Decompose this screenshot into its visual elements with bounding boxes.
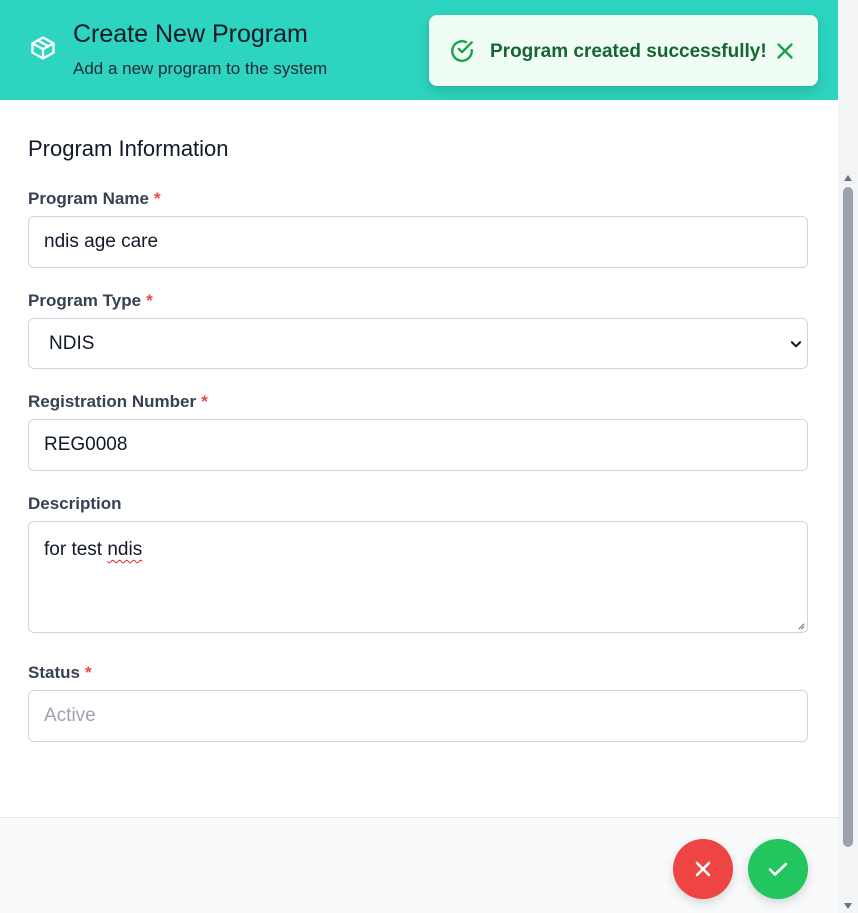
registration-number-input[interactable] [28,419,808,471]
success-toast: Program created successfully! [429,15,818,86]
description-textarea[interactable]: for test ndis [28,521,808,633]
check-icon [768,862,788,876]
page-title: Create New Program [73,20,308,48]
program-name-input[interactable] [28,216,808,268]
program-form: Program Information Program Name* Progra… [0,100,838,817]
page: Create New Program Add a new program to … [0,0,858,913]
scrollbar[interactable] [838,0,858,913]
section-title: Program Information [28,136,229,161]
close-icon[interactable] [772,38,798,64]
required-marker: * [201,392,208,411]
status-input[interactable] [28,690,808,742]
program-type-label: Program Type * [28,291,153,310]
registration-number-label: Registration Number * [28,392,208,411]
save-button[interactable] [748,839,808,899]
scrollbar-thumb[interactable] [843,187,853,847]
required-marker: * [153,189,161,208]
description-value: for test ndis [44,539,143,560]
program-type-value: NDIS [49,333,95,354]
toast-message: Program created successfully! [490,41,767,62]
status-label: Status * [28,663,92,682]
program-name-label: Program Name * [28,189,161,208]
resize-handle-icon[interactable] [796,621,805,630]
package-icon [31,36,55,60]
required-marker: * [146,291,153,310]
form-footer [0,817,838,913]
misspelled-word: ndis [107,539,143,560]
program-type-select[interactable]: NDIS [28,318,808,369]
description-label: Description [28,494,122,513]
required-marker: * [84,663,92,682]
page-subtitle: Add a new program to the system [73,59,328,78]
chevron-down-icon [790,341,802,348]
scroll-up-icon[interactable] [844,175,852,181]
cancel-button[interactable] [673,839,733,899]
x-icon [695,861,711,877]
scroll-down-icon[interactable] [844,903,852,909]
check-circle-icon [451,40,473,62]
